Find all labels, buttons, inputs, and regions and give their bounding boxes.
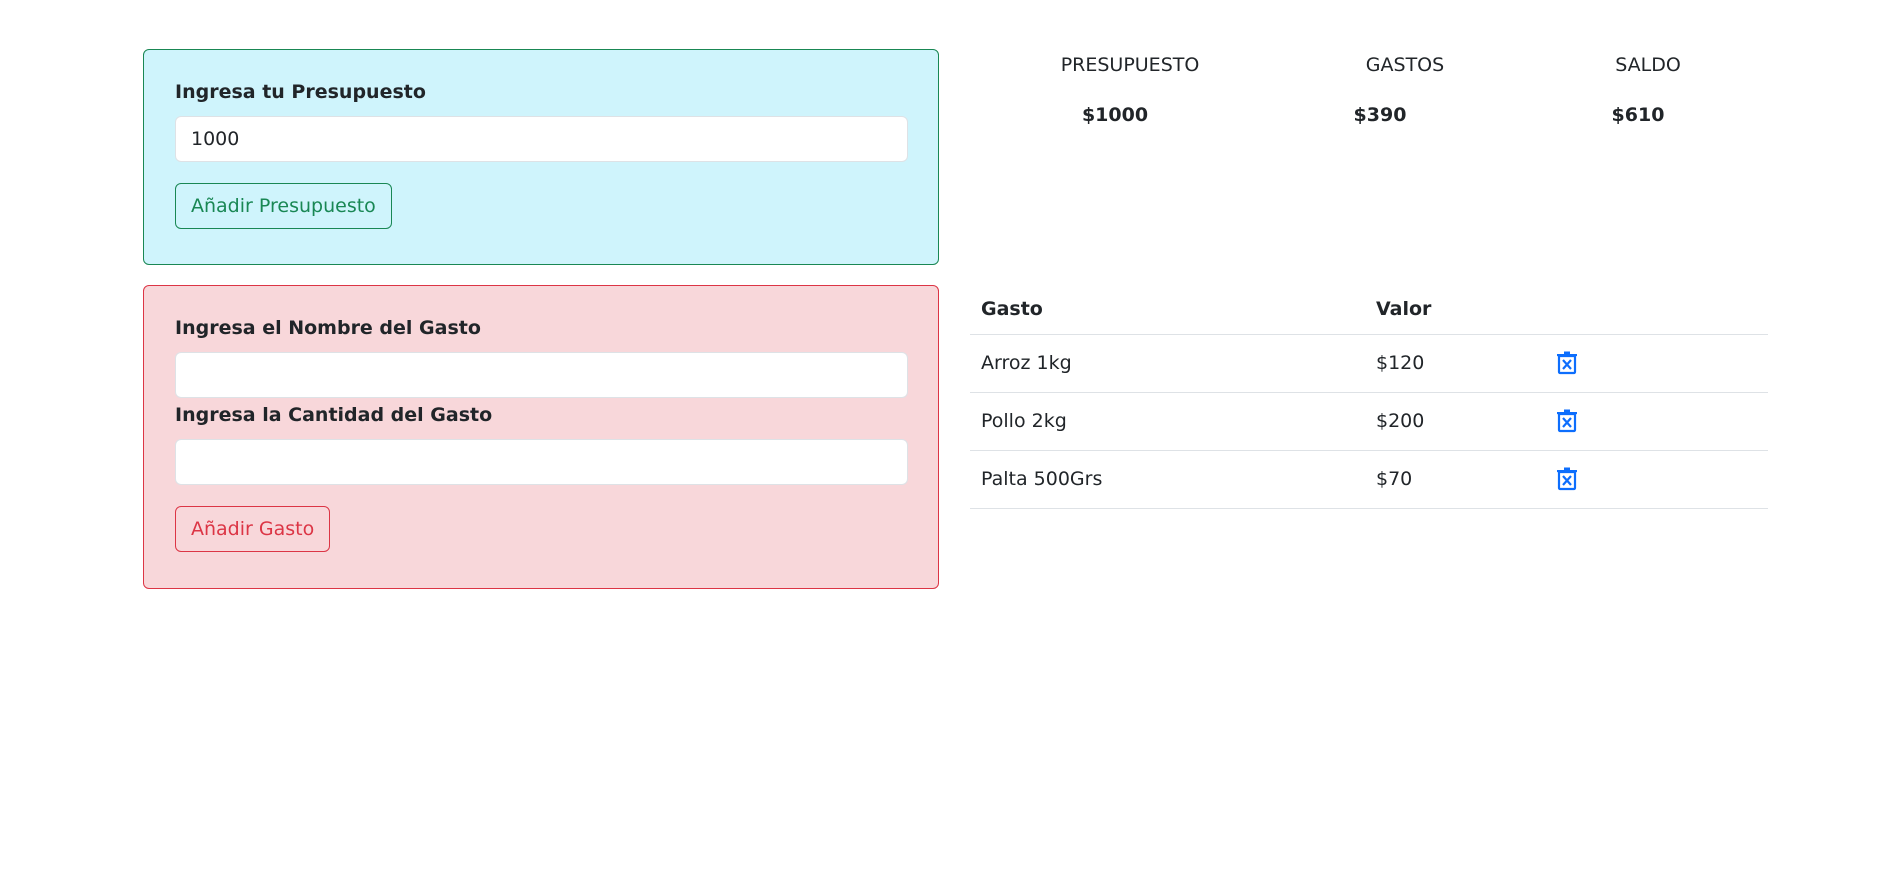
trash-x-icon[interactable] [1556, 409, 1578, 433]
summary-balance-value: $610 [1611, 104, 1665, 126]
row-value: $200 [1365, 392, 1545, 451]
row-actions [1545, 450, 1768, 509]
budget-form-card: Ingresa tu Presupuesto Añadir Presupuest… [143, 49, 939, 265]
summary-budget: PRESUPUESTO $1000 [1060, 52, 1200, 128]
header-gasto: Gasto [970, 292, 1365, 335]
table-row: Arroz 1kg $120 [970, 334, 1768, 393]
row-actions [1545, 392, 1768, 451]
header-actions [1545, 292, 1768, 335]
expense-amount-label: Ingresa la Cantidad del Gasto [175, 404, 493, 426]
expense-amount-input[interactable] [175, 439, 908, 485]
summary-expenses: GASTOS $390 [1335, 52, 1475, 128]
add-expense-button[interactable]: Añadir Gasto [175, 506, 331, 552]
trash-x-icon[interactable] [1556, 467, 1578, 491]
row-value: $120 [1365, 334, 1545, 393]
row-value: $70 [1365, 450, 1545, 509]
expenses-table: Gasto Valor Arroz 1kg $120 Pollo 2kg $20… [970, 292, 1768, 509]
budget-summary: PRESUPUESTO $1000 GASTOS $390 SALDO $610 [970, 52, 1768, 132]
table-header-row: Gasto Valor [970, 292, 1768, 335]
app-page: Ingresa tu Presupuesto Añadir Presupuest… [0, 0, 1890, 872]
row-actions [1545, 334, 1768, 393]
budget-input[interactable] [175, 116, 908, 162]
header-valor: Valor [1365, 292, 1545, 335]
summary-budget-title: PRESUPUESTO [1060, 54, 1200, 76]
expense-form-card: Ingresa el Nombre del Gasto Ingresa la C… [143, 285, 939, 589]
summary-budget-value: $1000 [1081, 104, 1149, 126]
budget-label: Ingresa tu Presupuesto [175, 81, 426, 103]
summary-expenses-title: GASTOS [1365, 54, 1445, 76]
trash-x-icon[interactable] [1556, 351, 1578, 375]
expense-name-label: Ingresa el Nombre del Gasto [175, 317, 481, 339]
row-name: Arroz 1kg [970, 334, 1365, 393]
summary-balance-title: SALDO [1615, 54, 1681, 76]
table-row: Palta 500Grs $70 [970, 450, 1768, 509]
summary-expenses-value: $390 [1353, 104, 1407, 126]
add-budget-button[interactable]: Añadir Presupuesto [175, 183, 392, 229]
expense-name-input[interactable] [175, 352, 908, 398]
summary-balance: SALDO $610 [1578, 52, 1718, 128]
table-row: Pollo 2kg $200 [970, 392, 1768, 451]
row-name: Palta 500Grs [970, 450, 1365, 509]
row-name: Pollo 2kg [970, 392, 1365, 451]
